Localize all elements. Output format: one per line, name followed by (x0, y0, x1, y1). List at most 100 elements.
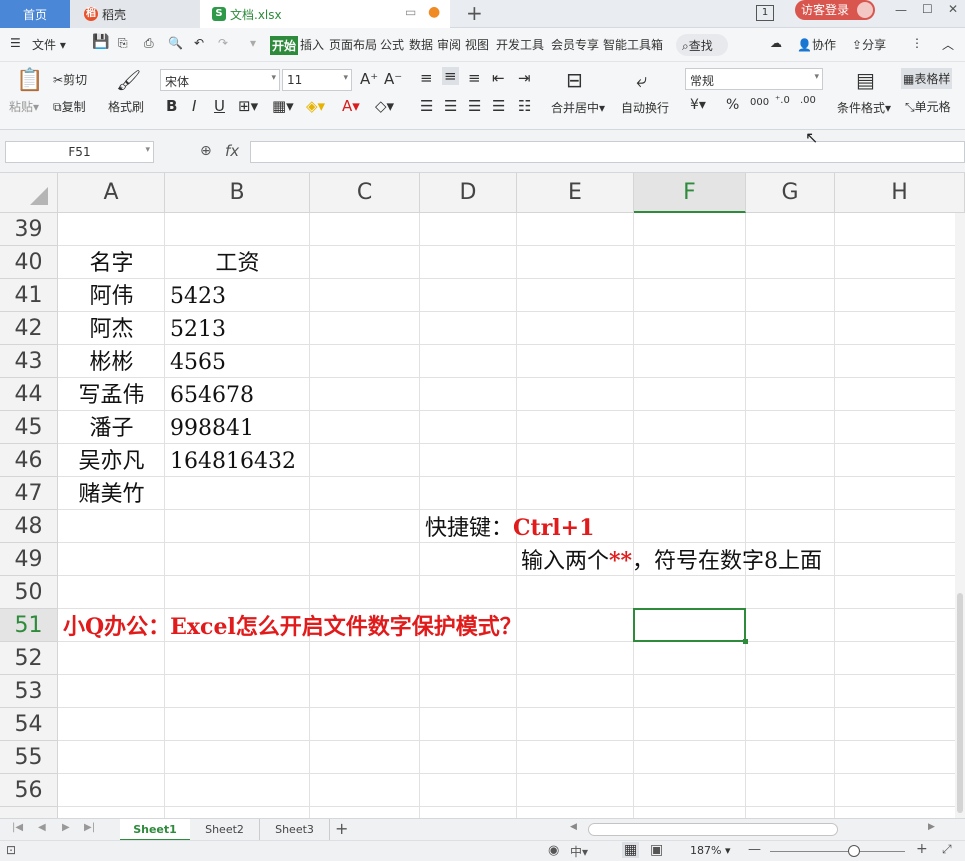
format-painter-button[interactable]: 格式刷 (108, 98, 144, 115)
fill-handle[interactable] (743, 639, 748, 644)
cell-a40[interactable]: 名字 (58, 247, 165, 280)
close-icon[interactable]: ✕ (948, 2, 958, 16)
justify-icon[interactable]: ☰ (492, 97, 505, 115)
undo-icon[interactable]: ↶ (194, 36, 204, 50)
input-method-icon[interactable]: 中▾ (570, 843, 588, 860)
cell-a51[interactable]: 小Q办公：Excel怎么开启文件数字保护模式？ (63, 611, 522, 644)
cell-a42[interactable]: 阿杰 (58, 313, 165, 346)
vertical-scrollbar[interactable] (955, 213, 965, 818)
zoom-formula-icon[interactable]: ⊕ (200, 143, 212, 159)
menu-tab-smart-tools[interactable]: 智能工具箱 (603, 36, 663, 53)
increase-font-icon[interactable]: A⁺ (360, 70, 378, 88)
cell-b44[interactable]: 654678 (170, 379, 254, 412)
align-middle-icon[interactable]: ≡ (442, 67, 459, 85)
table-style-button[interactable]: ▦表格样 (901, 68, 953, 89)
thousands-icon[interactable]: 000 (750, 97, 769, 108)
row-header-49[interactable]: 49 (0, 543, 58, 576)
more-quick-icon[interactable]: ▾ (250, 36, 256, 50)
more-options-icon[interactable]: ⋮ (911, 36, 923, 50)
vertical-scroll-thumb[interactable] (957, 593, 963, 813)
cell-b41[interactable]: 5423 (170, 280, 226, 313)
row-header-42[interactable]: 42 (0, 312, 58, 345)
format-painter-icon[interactable]: 🖌 (116, 68, 141, 92)
sheet-tab-2[interactable]: Sheet2 (190, 819, 260, 841)
conditional-format-icon[interactable]: ▤ (856, 68, 875, 92)
minimize-icon[interactable]: — (895, 3, 907, 17)
cell-a41[interactable]: 阿伟 (58, 280, 165, 313)
row-header-43[interactable]: 43 (0, 345, 58, 378)
scroll-right-icon[interactable]: ▶ (928, 822, 935, 832)
column-header-d[interactable]: D (420, 173, 517, 213)
collapse-ribbon-icon[interactable]: ︿ (942, 36, 954, 53)
next-sheet-icon[interactable]: ▶ (62, 822, 70, 833)
search-box[interactable]: ⌕查找 (676, 34, 728, 56)
cloud-icon[interactable]: ☁ (770, 36, 782, 50)
merge-center-icon[interactable]: ⊟ (566, 68, 583, 92)
row-header-47[interactable]: 47 (0, 477, 58, 510)
row-header-40[interactable]: 40 (0, 246, 58, 279)
print-preview-icon[interactable]: 🔍 (168, 36, 183, 50)
menu-tab-member[interactable]: 会员专享 (551, 36, 599, 53)
row-header-56[interactable]: 56 (0, 774, 58, 807)
horizontal-scrollbar[interactable] (588, 823, 838, 836)
paste-button[interactable]: 粘贴▾ (9, 98, 39, 115)
align-center-icon[interactable]: ☰ (444, 97, 457, 115)
font-name-select[interactable]: 宋体 ▾ (160, 69, 280, 91)
last-sheet-icon[interactable]: ▶| (84, 822, 95, 833)
sheet-tab-3[interactable]: Sheet3 (260, 819, 330, 841)
font-color-icon[interactable]: A▾ (342, 97, 360, 115)
prev-sheet-icon[interactable]: ◀ (38, 822, 46, 833)
tab-home[interactable]: 首页 (0, 0, 70, 28)
cell-b45[interactable]: 998841 (170, 412, 254, 445)
login-button[interactable]: 访客登录 (795, 0, 875, 20)
column-header-a[interactable]: A (58, 173, 165, 213)
row-header-41[interactable]: 41 (0, 279, 58, 312)
select-all-corner[interactable] (0, 173, 58, 213)
row-header-51[interactable]: 51 (0, 609, 58, 642)
indent-decrease-icon[interactable]: ⇤ (492, 69, 505, 87)
decrease-font-icon[interactable]: A⁻ (384, 70, 402, 88)
add-sheet-button[interactable]: + (335, 819, 348, 838)
menu-tab-insert[interactable]: 插入 (300, 36, 324, 53)
column-header-f[interactable]: F (634, 173, 746, 213)
menu-tab-developer[interactable]: 开发工具 (496, 36, 544, 53)
merge-center-button[interactable]: 合并居中▾ (551, 99, 605, 116)
eye-protection-icon[interactable]: ◉ (548, 843, 559, 858)
border-icon[interactable]: ⊞▾ (238, 97, 258, 115)
clear-format-icon[interactable]: ◇▾ (375, 97, 394, 115)
menu-tab-review[interactable]: 审阅 (437, 36, 461, 53)
paste-icon[interactable]: 📋 (16, 68, 43, 93)
row-header-55[interactable]: 55 (0, 741, 58, 774)
italic-button[interactable]: I (192, 97, 196, 115)
font-size-select[interactable]: 11 ▾ (282, 69, 352, 91)
cell-style-button[interactable]: ⤡单元格 (905, 98, 951, 115)
cut-button[interactable]: ✂剪切 (53, 71, 87, 88)
indent-increase-icon[interactable]: ⇥ (518, 69, 531, 87)
row-header-54[interactable]: 54 (0, 708, 58, 741)
cell-a45[interactable]: 潘子 (58, 412, 165, 445)
wrap-text-button[interactable]: 自动换行 (621, 99, 669, 116)
conditional-format-button[interactable]: 条件格式▾ (837, 99, 891, 116)
decrease-decimal-icon[interactable]: .00 (800, 95, 816, 106)
macro-record-icon[interactable]: ⊡ (6, 843, 16, 857)
tab-document[interactable]: S 文档.xlsx ▭ ● (200, 0, 450, 28)
tab-daoke[interactable]: 稻 稻壳 (70, 0, 200, 28)
row-header-39[interactable]: 39 (0, 213, 58, 246)
window-count-badge[interactable]: 1 (756, 5, 774, 21)
fullscreen-icon[interactable]: ⤢ (942, 842, 952, 857)
menu-tab-formula[interactable]: 公式 (380, 36, 404, 53)
redo-icon[interactable]: ↷ (218, 36, 228, 50)
row-header-52[interactable]: 52 (0, 642, 58, 675)
formula-input[interactable] (250, 141, 965, 163)
align-right-icon[interactable]: ☰ (468, 97, 481, 115)
hamburger-menu-icon[interactable]: ☰ (10, 36, 21, 50)
collab-button[interactable]: 👤协作 (797, 36, 836, 53)
menu-file[interactable]: 文件 ▾ (32, 36, 66, 53)
save-icon[interactable]: 💾 (92, 34, 109, 50)
cell-a46[interactable]: 吴亦凡 (58, 445, 165, 478)
zoom-level[interactable]: 187% ▾ (690, 844, 730, 857)
monitor-icon[interactable]: ▭ (405, 5, 416, 19)
number-format-select[interactable]: 常规 ▾ (685, 68, 823, 90)
cell-b43[interactable]: 4565 (170, 346, 226, 379)
cell-b42[interactable]: 5213 (170, 313, 226, 346)
